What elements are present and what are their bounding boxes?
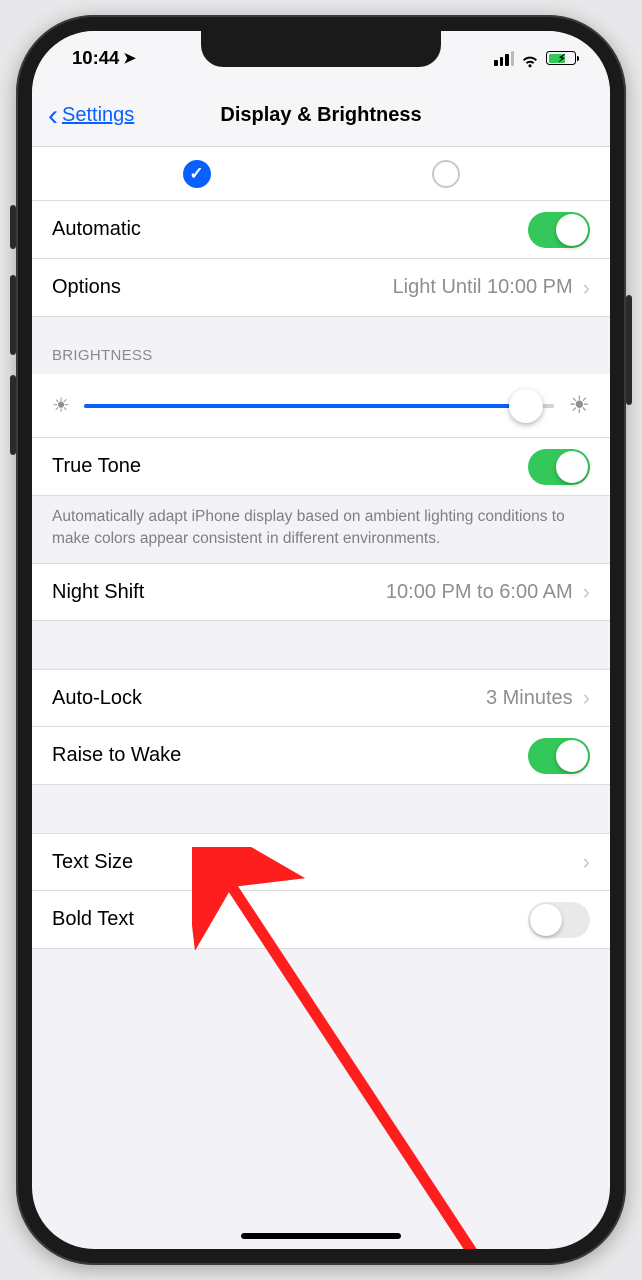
truetone-label: True Tone (52, 455, 141, 478)
nightshift-label: Night Shift (52, 581, 144, 604)
cellular-icon (494, 51, 514, 66)
options-row[interactable]: Options Light Until 10:00 PM › (32, 259, 610, 317)
raisetowake-row: Raise to Wake (32, 727, 610, 785)
autolock-row[interactable]: Auto-Lock 3 Minutes › (32, 669, 610, 727)
raisetowake-label: Raise to Wake (52, 744, 181, 767)
autolock-value: 3 Minutes (486, 687, 573, 710)
appearance-dark-radio[interactable] (432, 160, 460, 188)
chevron-right-icon: › (583, 275, 590, 301)
boldtext-toggle[interactable] (528, 902, 590, 938)
brightness-slider-row: ☀︎ ☀︎ (32, 374, 610, 438)
raisetowake-toggle[interactable] (528, 738, 590, 774)
textsize-label: Text Size (52, 851, 133, 874)
textsize-row[interactable]: Text Size › (32, 833, 610, 891)
appearance-radio-row (32, 147, 610, 201)
back-label: Settings (62, 104, 134, 127)
location-icon: ➤ (123, 49, 136, 67)
back-button[interactable]: ‹ Settings (32, 101, 134, 131)
notch (201, 31, 441, 67)
screen: 10:44 ➤ ⚡︎ ‹ Settings Display & Brightne… (32, 31, 610, 1249)
automatic-toggle[interactable] (528, 212, 590, 248)
automatic-row: Automatic (32, 201, 610, 259)
brightness-high-icon: ☀︎ (568, 391, 590, 420)
options-value: Light Until 10:00 PM (393, 276, 573, 299)
settings-list[interactable]: Automatic Options Light Until 10:00 PM ›… (32, 147, 610, 1249)
brightness-low-icon: ☀︎ (52, 393, 70, 418)
brightness-header: BRIGHTNESS (32, 317, 610, 374)
chevron-left-icon: ‹ (48, 101, 58, 131)
options-label: Options (52, 276, 121, 299)
status-time: 10:44 (72, 47, 119, 69)
home-indicator[interactable] (241, 1233, 401, 1239)
boldtext-row: Bold Text (32, 891, 610, 949)
brightness-slider[interactable] (84, 404, 555, 408)
boldtext-label: Bold Text (52, 908, 134, 931)
phone-frame: 10:44 ➤ ⚡︎ ‹ Settings Display & Brightne… (16, 15, 626, 1265)
nightshift-row[interactable]: Night Shift 10:00 PM to 6:00 AM › (32, 563, 610, 621)
chevron-right-icon: › (583, 685, 590, 711)
nav-bar: ‹ Settings Display & Brightness (32, 85, 610, 147)
truetone-toggle[interactable] (528, 449, 590, 485)
battery-icon: ⚡︎ (546, 51, 576, 65)
truetone-note: Automatically adapt iPhone display based… (32, 496, 610, 563)
automatic-label: Automatic (52, 218, 141, 241)
wifi-icon (520, 51, 540, 65)
appearance-light-radio[interactable] (183, 160, 211, 188)
chevron-right-icon: › (583, 579, 590, 605)
page-title: Display & Brightness (220, 104, 421, 127)
nightshift-value: 10:00 PM to 6:00 AM (386, 581, 573, 604)
autolock-label: Auto-Lock (52, 687, 142, 710)
truetone-row: True Tone (32, 438, 610, 496)
chevron-right-icon: › (583, 849, 590, 875)
